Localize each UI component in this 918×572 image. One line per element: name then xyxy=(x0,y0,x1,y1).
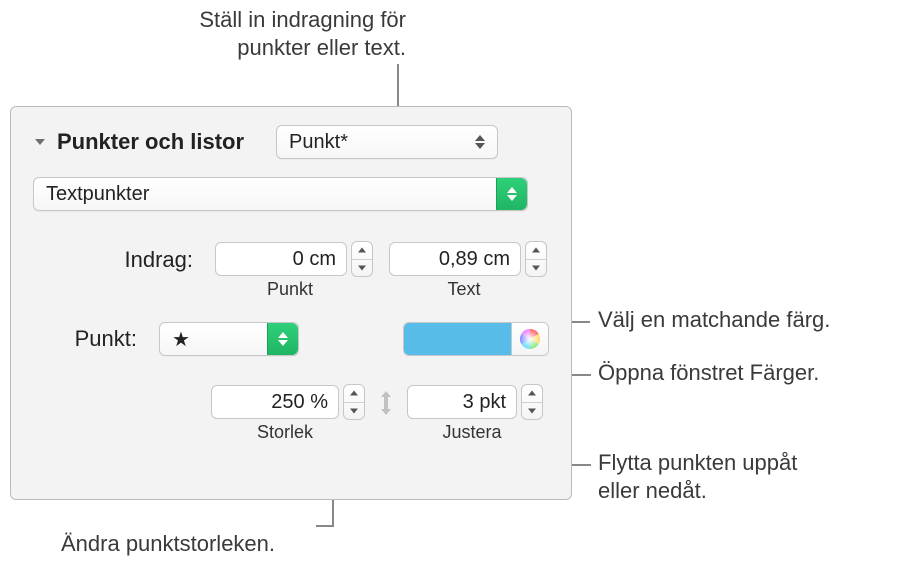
callout-indent: Ställ in indragning förpunkter eller tex… xyxy=(126,6,406,61)
text-indent-value[interactable]: 0,89 cm xyxy=(389,242,521,276)
stepper-up-button[interactable] xyxy=(526,242,546,260)
chevron-down-icon xyxy=(33,135,47,149)
bullets-lists-panel: Punkter och listor Punkt* Textpunkter In… xyxy=(10,106,572,500)
callout-match-color: Välj en matchande färg. xyxy=(598,306,830,334)
bullet-indent-stepper[interactable] xyxy=(351,241,373,277)
size-field[interactable]: 250 % xyxy=(211,384,365,420)
leader-line xyxy=(316,525,334,527)
indent-label: Indrag: xyxy=(33,241,193,273)
color-swatch-button[interactable] xyxy=(404,323,511,355)
stepper-down-button[interactable] xyxy=(344,403,364,420)
section-header[interactable]: Punkter och listor xyxy=(33,129,244,155)
stepper-up-button[interactable] xyxy=(352,242,372,260)
text-indent-stepper[interactable] xyxy=(525,241,547,277)
bullet-indent-sublabel: Punkt xyxy=(215,279,365,300)
stepper-up-button[interactable] xyxy=(522,385,542,403)
stepper-down-button[interactable] xyxy=(352,260,372,277)
align-value[interactable]: 3 pkt xyxy=(407,385,517,419)
stepper-down-button[interactable] xyxy=(522,403,542,420)
vertical-align-icon xyxy=(375,384,397,421)
size-value[interactable]: 250 % xyxy=(211,385,339,419)
bullet-indent-value[interactable]: 0 cm xyxy=(215,242,347,276)
align-stepper[interactable] xyxy=(521,384,543,420)
stepper-down-button[interactable] xyxy=(526,260,546,277)
callout-change-size: Ändra punktstorleken. xyxy=(61,530,275,558)
updown-arrows-icon xyxy=(496,178,527,210)
bullet-type-popup[interactable]: Textpunkter xyxy=(33,177,528,211)
text-indent-sublabel: Text xyxy=(389,279,539,300)
callout-move-bullet: Flytta punkten uppåteller nedåt. xyxy=(598,449,858,504)
color-picker-button[interactable] xyxy=(511,323,548,355)
color-wheel-icon xyxy=(520,329,540,349)
callout-open-colors: Öppna fönstret Färger. xyxy=(598,359,819,387)
stepper-up-button[interactable] xyxy=(344,385,364,403)
section-title-text: Punkter och listor xyxy=(57,129,244,155)
bullet-symbol-value: ★ xyxy=(172,327,190,352)
bullet-indent-field[interactable]: 0 cm xyxy=(215,241,375,277)
bullet-label: Punkt: xyxy=(33,326,137,352)
bullet-symbol-popup[interactable]: ★ xyxy=(159,322,299,356)
list-style-value: Punkt* xyxy=(289,131,348,154)
align-sublabel: Justera xyxy=(407,422,537,443)
updown-arrows-icon xyxy=(267,323,298,355)
list-style-popup[interactable]: Punkt* xyxy=(276,125,498,159)
size-sublabel: Storlek xyxy=(211,422,359,443)
bullet-color-well xyxy=(403,322,549,356)
updown-arrows-icon xyxy=(471,131,489,153)
text-indent-field[interactable]: 0,89 cm xyxy=(389,241,549,277)
align-field[interactable]: 3 pkt xyxy=(407,384,543,420)
bullet-type-value: Textpunkter xyxy=(46,183,149,206)
size-stepper[interactable] xyxy=(343,384,365,420)
